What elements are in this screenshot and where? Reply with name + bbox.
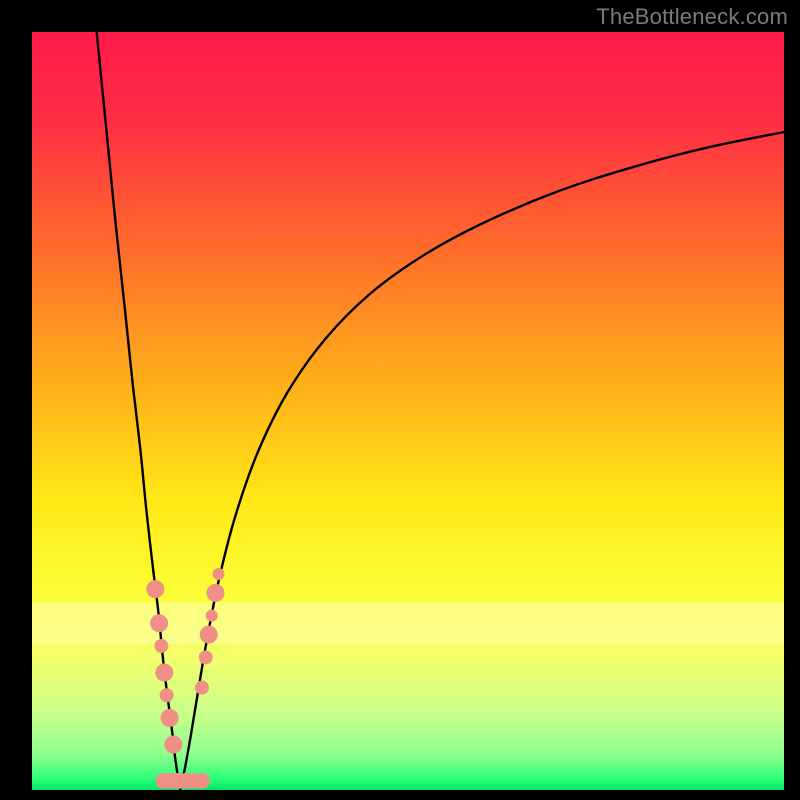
marker-dot xyxy=(155,664,173,682)
watermark-label: TheBottleneck.com xyxy=(596,4,788,30)
marker-dot xyxy=(164,736,182,754)
plot-area xyxy=(32,32,784,790)
outer-frame: TheBottleneck.com xyxy=(0,0,800,800)
marker-dot xyxy=(200,626,218,644)
marker-dot xyxy=(212,568,224,580)
marker-dot xyxy=(194,773,210,789)
marker-dot xyxy=(150,614,168,632)
marker-dot xyxy=(160,688,174,702)
marker-dot xyxy=(195,681,209,695)
marker-dot xyxy=(146,580,164,598)
marker-dot xyxy=(199,650,213,664)
plot-svg xyxy=(32,32,784,790)
marker-dot xyxy=(206,610,218,622)
marker-dot xyxy=(154,639,168,653)
marker-dot xyxy=(161,709,179,727)
highlight-band xyxy=(32,602,784,644)
gradient-background xyxy=(32,32,784,790)
marker-dot xyxy=(206,584,224,602)
